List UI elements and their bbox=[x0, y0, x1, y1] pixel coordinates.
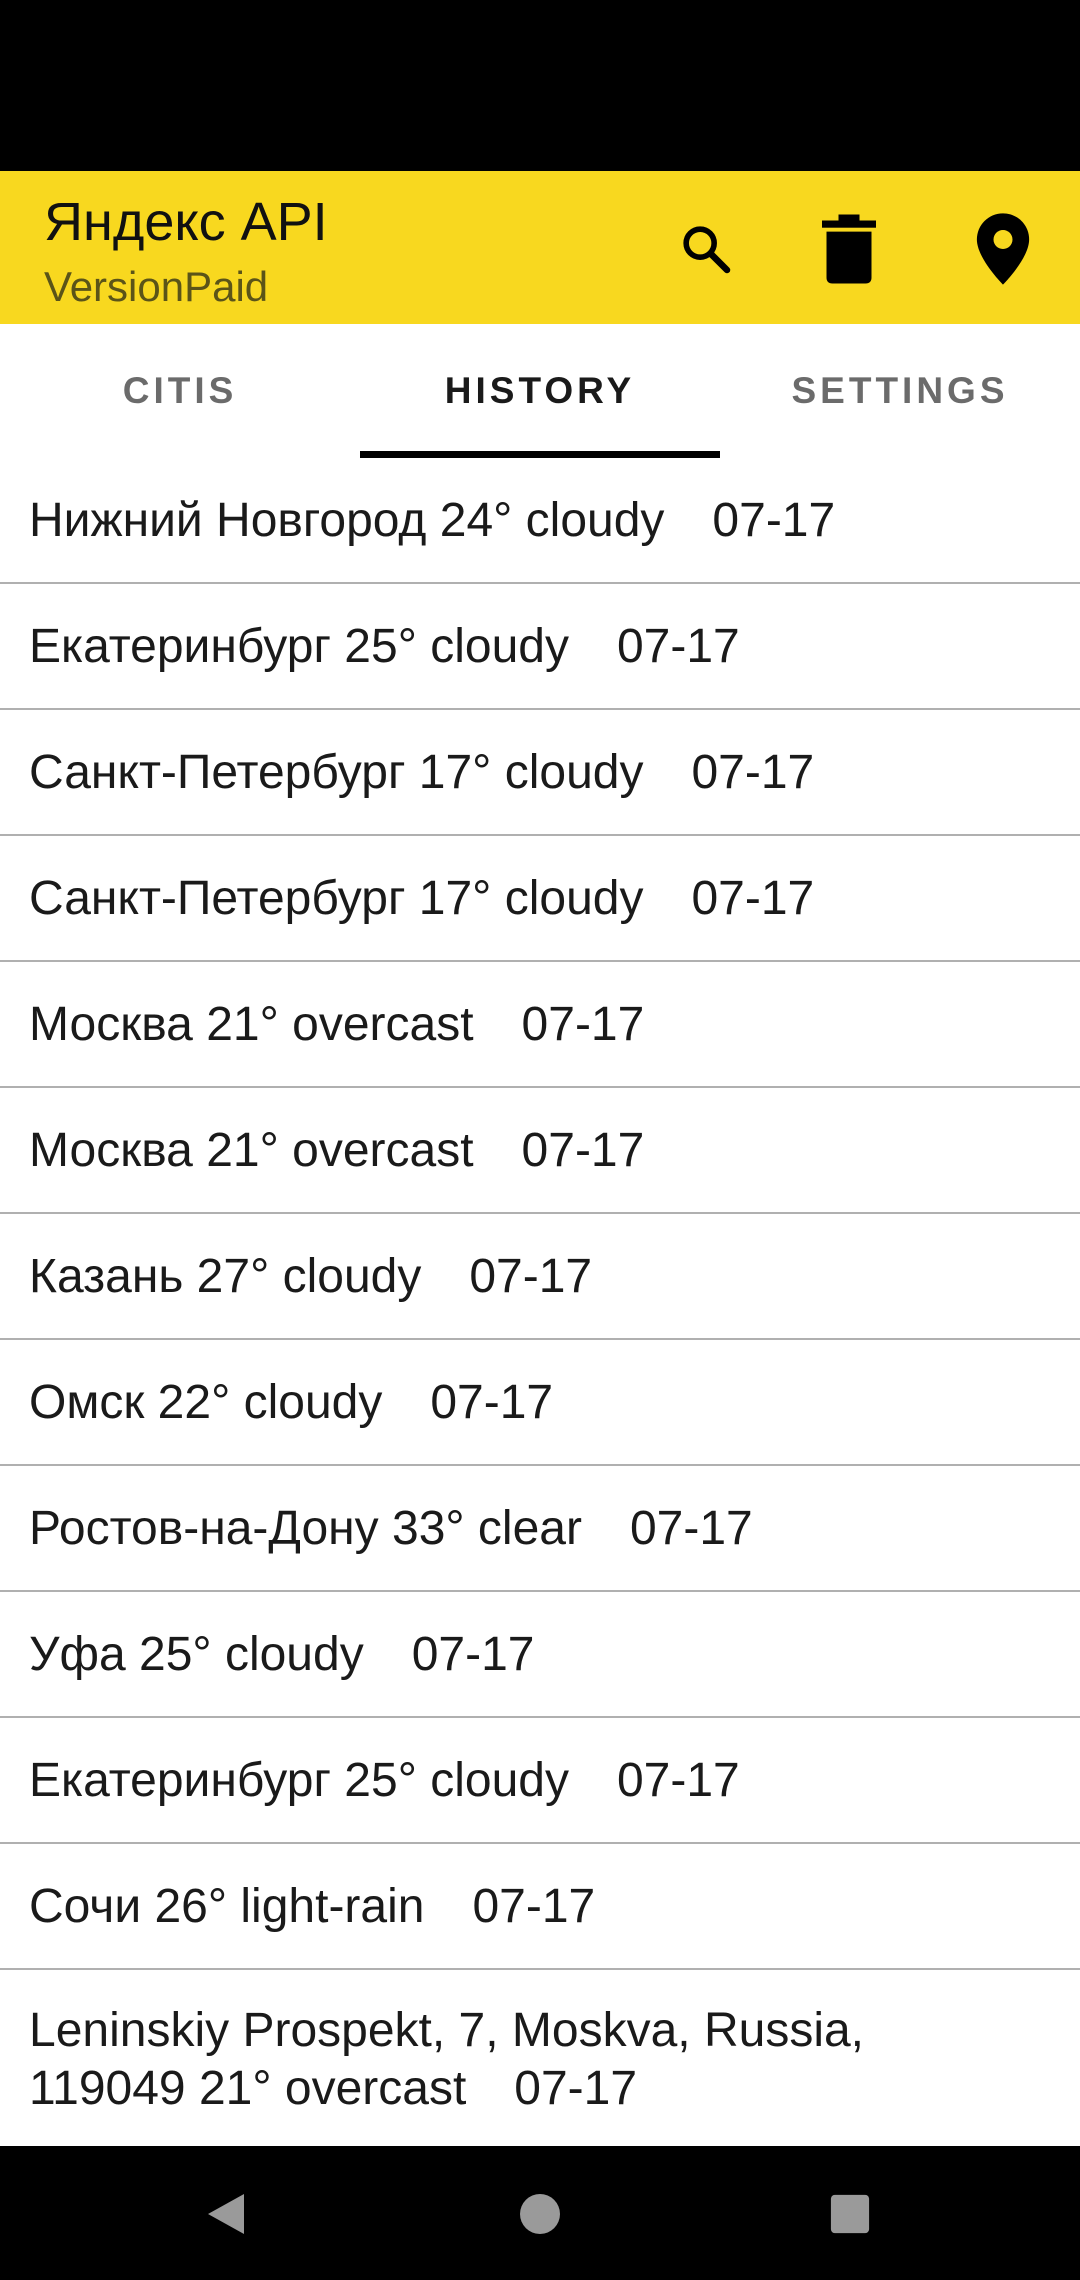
history-item-date: 07-17 bbox=[629, 1501, 753, 1555]
history-item[interactable]: Омск 22° cloudy 07-17 bbox=[0, 1340, 1080, 1466]
active-tab-indicator bbox=[360, 451, 720, 458]
history-item-text: Сочи 26° light-rain bbox=[29, 1879, 425, 1933]
history-item-date: 07-17 bbox=[430, 1375, 554, 1429]
back-icon bbox=[204, 2190, 248, 2243]
location-pin-icon bbox=[974, 211, 1032, 287]
recents-button[interactable] bbox=[810, 2176, 890, 2256]
tab-settings[interactable]: SETTINGS bbox=[720, 324, 1080, 458]
history-item-date: 07-17 bbox=[616, 619, 740, 673]
history-item-text: Казань 27° cloudy bbox=[29, 1249, 422, 1303]
system-navigation-bar bbox=[0, 2146, 1080, 2280]
tab-history[interactable]: HISTORY bbox=[360, 324, 720, 458]
history-item-date: 07-17 bbox=[691, 871, 815, 925]
history-item-date: 07-17 bbox=[521, 997, 645, 1051]
delete-history-button[interactable] bbox=[807, 207, 891, 291]
history-item-text: Уфа 25° cloudy bbox=[29, 1627, 364, 1681]
history-item-text: Екатеринбург 25° cloudy bbox=[29, 1753, 569, 1807]
history-item-text: Москва 21° overcast bbox=[29, 997, 474, 1051]
status-bar bbox=[0, 0, 1080, 171]
back-button[interactable] bbox=[186, 2176, 266, 2256]
history-item[interactable]: Москва 21° overcast 07-17 bbox=[0, 962, 1080, 1088]
history-item[interactable]: Сочи 26° light-rain 07-17 bbox=[0, 1844, 1080, 1970]
history-item[interactable]: Leninskiy Prospekt, 7, Moskva, Russia, 1… bbox=[0, 1970, 1080, 2146]
history-list[interactable]: Нижний Новгород 24° cloudy 07-17 Екатерин… bbox=[0, 458, 1080, 2146]
history-item[interactable]: Москва 21° overcast 07-17 bbox=[0, 1088, 1080, 1214]
home-icon bbox=[518, 2192, 562, 2241]
history-item-text: Омск 22° cloudy bbox=[29, 1375, 383, 1429]
history-item[interactable]: Казань 27° cloudy 07-17 bbox=[0, 1214, 1080, 1340]
device-screen: Яндекс API VersionPaid CITIS HISTORY SET… bbox=[0, 0, 1080, 2280]
app-subtitle: VersionPaid bbox=[44, 263, 269, 310]
history-item[interactable]: Санкт-Петербург 17° cloudy 07-17 bbox=[0, 836, 1080, 962]
trash-icon bbox=[819, 213, 879, 285]
history-item-text: Leninskiy Prospekt, 7, Moskva, Russia, 1… bbox=[29, 2004, 865, 2115]
location-button[interactable] bbox=[961, 207, 1045, 291]
history-item-date: 07-17 bbox=[469, 1249, 593, 1303]
tab-bar: CITIS HISTORY SETTINGS bbox=[0, 324, 1080, 458]
search-icon bbox=[678, 221, 734, 277]
history-item-date: 07-17 bbox=[712, 493, 836, 547]
history-item[interactable]: Екатеринбург 25° cloudy 07-17 bbox=[0, 1718, 1080, 1844]
history-item-date: 07-17 bbox=[616, 1753, 740, 1807]
history-item[interactable]: Ростов-на-Дону 33° clear 07-17 bbox=[0, 1466, 1080, 1592]
history-item-text: Санкт-Петербург 17° cloudy bbox=[29, 745, 644, 799]
history-item[interactable]: Екатеринбург 25° cloudy 07-17 bbox=[0, 584, 1080, 710]
history-item-text-and-date: Leninskiy Prospekt, 7, Moskva, Russia, 1… bbox=[29, 2002, 920, 2118]
history-item[interactable]: Нижний Новгород 24° cloudy 07-17 bbox=[0, 458, 1080, 584]
history-item-text: Ростов-на-Дону 33° clear bbox=[29, 1501, 582, 1555]
search-button[interactable] bbox=[664, 207, 748, 291]
tab-citis[interactable]: CITIS bbox=[0, 324, 360, 458]
history-item-text: Москва 21° overcast bbox=[29, 1123, 474, 1177]
history-item-text: Екатеринбург 25° cloudy bbox=[29, 619, 569, 673]
history-item[interactable]: Уфа 25° cloudy 07-17 bbox=[0, 1592, 1080, 1718]
app-title: Яндекс API bbox=[44, 192, 328, 252]
recents-icon bbox=[829, 2193, 871, 2240]
history-item-text: Санкт-Петербург 17° cloudy bbox=[29, 871, 644, 925]
content-area: CITIS HISTORY SETTINGS Нижний Новгород 2… bbox=[0, 324, 1080, 2146]
history-item-text: Нижний Новгород 24° cloudy bbox=[29, 493, 665, 547]
home-button[interactable] bbox=[500, 2176, 580, 2256]
history-item-date: 07-17 bbox=[411, 1627, 535, 1681]
history-item-date: 07-17 bbox=[514, 2062, 638, 2115]
app-bar: Яндекс API VersionPaid bbox=[0, 171, 1080, 324]
history-item-date: 07-17 bbox=[691, 745, 815, 799]
history-item-date: 07-17 bbox=[521, 1123, 645, 1177]
history-item[interactable]: Санкт-Петербург 17° cloudy 07-17 bbox=[0, 710, 1080, 836]
history-item-date: 07-17 bbox=[472, 1879, 596, 1933]
